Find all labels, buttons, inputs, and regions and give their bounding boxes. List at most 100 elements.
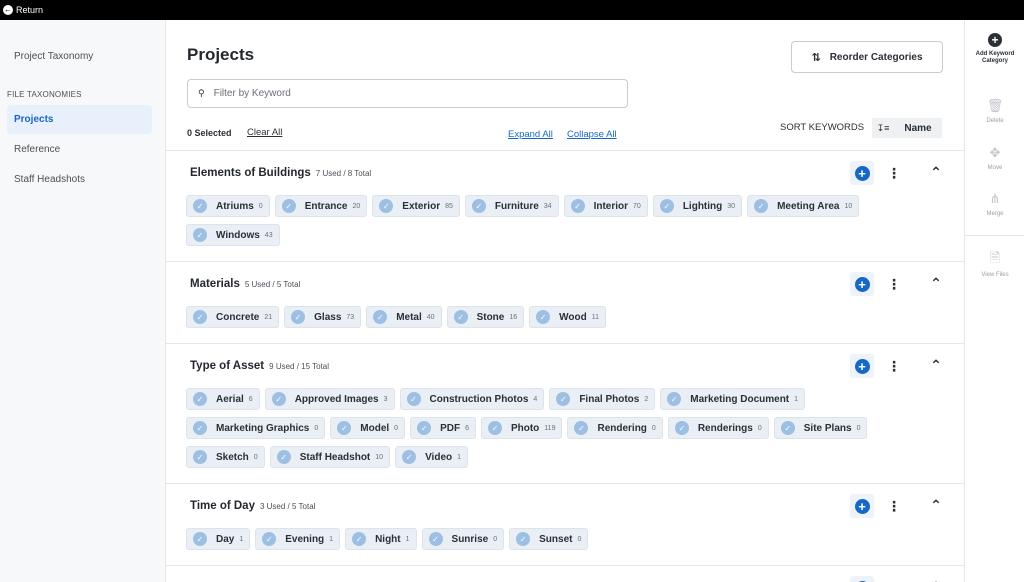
keyword-chip[interactable]: ✓ Staff Headshot 10 — [269, 446, 391, 468]
delete-button[interactable]: 🗑 Delete — [965, 98, 1024, 125]
sort-direction-button[interactable]: ↧≡ — [872, 118, 894, 138]
check-circle-icon[interactable]: ✓ — [780, 421, 795, 435]
check-circle-icon[interactable]: ✓ — [406, 392, 421, 406]
keyword-chip[interactable]: ✓ Stone 16 — [446, 306, 525, 328]
check-circle-icon[interactable]: ✓ — [667, 392, 682, 406]
merge-button[interactable]: ⋔ Merge — [965, 191, 1024, 218]
check-circle-icon[interactable]: ✓ — [193, 310, 207, 324]
add-keyword-button[interactable]: + — [850, 161, 874, 185]
collapse-all-link[interactable]: Collapse All — [567, 129, 617, 140]
expand-all-link[interactable]: Expand All — [508, 129, 553, 140]
sidebar-item-projects[interactable]: Projects — [7, 105, 152, 134]
chevron-up-icon[interactable]: ⌃ — [929, 578, 943, 582]
add-keyword-button[interactable]: + — [850, 576, 874, 582]
keyword-chip[interactable]: ✓ Sunrise 0 — [421, 528, 505, 550]
clear-all-link[interactable]: Clear All — [247, 127, 282, 138]
add-keyword-category-button[interactable]: + Add Keyword Category — [965, 33, 1024, 65]
check-circle-icon[interactable]: ✓ — [193, 392, 207, 406]
add-keyword-button[interactable]: + — [850, 354, 874, 378]
keyword-chip[interactable]: ✓ Renderings 0 — [667, 417, 769, 439]
check-circle-icon[interactable]: ✓ — [262, 532, 277, 546]
check-circle-icon[interactable]: ✓ — [281, 199, 296, 213]
check-circle-icon[interactable]: ✓ — [453, 310, 468, 324]
check-circle-icon[interactable]: ✓ — [379, 199, 394, 213]
add-keyword-button[interactable]: + — [850, 494, 874, 518]
check-circle-icon[interactable]: ✓ — [193, 199, 207, 213]
keyword-chip[interactable]: ✓ Atriums 0 — [186, 195, 270, 217]
chevron-up-icon[interactable]: ⌃ — [929, 274, 943, 292]
keyword-chip[interactable]: ✓ Furniture 34 — [464, 195, 559, 217]
check-circle-icon[interactable]: ✓ — [193, 532, 207, 546]
keyword-chip[interactable]: ✓ Video 1 — [395, 446, 469, 468]
keyword-list: ✓ Atriums 0 ✓ Entrance 20 ✓ Exterior 85 ✓ Furnitur… — [166, 195, 964, 261]
check-circle-icon[interactable]: ✓ — [487, 421, 502, 435]
check-circle-icon[interactable]: ✓ — [271, 392, 286, 406]
check-circle-icon[interactable]: ✓ — [516, 532, 531, 546]
keyword-chip[interactable]: ✓ Final Photos 2 — [549, 388, 656, 410]
check-circle-icon[interactable]: ✓ — [337, 421, 352, 435]
check-circle-icon[interactable]: ✓ — [291, 310, 306, 324]
keyword-chip[interactable]: ✓ PDF 6 — [410, 417, 476, 439]
check-circle-icon[interactable]: ✓ — [674, 421, 689, 435]
keyword-label: Furniture — [494, 200, 539, 212]
keyword-chip[interactable]: ✓ Exterior 85 — [372, 195, 460, 217]
chevron-up-icon[interactable]: ⌃ — [929, 356, 943, 374]
check-circle-icon[interactable]: ✓ — [574, 421, 589, 435]
kebab-menu-icon[interactable]: ⋮ — [887, 275, 901, 293]
check-circle-icon[interactable]: ✓ — [193, 228, 207, 242]
keyword-chip[interactable]: ✓ Entrance 20 — [274, 195, 368, 217]
check-circle-icon[interactable]: ✓ — [417, 421, 432, 435]
keyword-count: 16 — [509, 313, 518, 321]
move-button[interactable]: ✥ Move — [965, 145, 1024, 172]
keyword-chip[interactable]: ✓ Model 0 — [330, 417, 406, 439]
keyword-chip[interactable]: ✓ Interior 70 — [563, 195, 648, 217]
keyword-chip[interactable]: ✓ Evening 1 — [255, 528, 341, 550]
keyword-chip[interactable]: ✓ Approved Images 3 — [264, 388, 395, 410]
check-circle-icon[interactable]: ✓ — [754, 199, 769, 213]
keyword-chip[interactable]: ✓ Concrete 21 — [186, 306, 280, 328]
keyword-chip[interactable]: ✓ Day 1 — [186, 528, 251, 550]
sidebar-title[interactable]: Project Taxonomy — [14, 51, 93, 62]
keyword-chip[interactable]: ✓ Sunset 0 — [509, 528, 589, 550]
sidebar-item-reference[interactable]: Reference — [7, 135, 152, 164]
kebab-menu-icon[interactable]: ⋮ — [887, 164, 901, 182]
kebab-menu-icon[interactable]: ⋮ — [887, 497, 901, 515]
keyword-chip[interactable]: ✓ Site Plans 0 — [773, 417, 868, 439]
keyword-chip[interactable]: ✓ Construction Photos 4 — [399, 388, 545, 410]
check-circle-icon[interactable]: ✓ — [193, 450, 207, 464]
check-circle-icon[interactable]: ✓ — [276, 450, 291, 464]
check-circle-icon[interactable]: ✓ — [428, 532, 443, 546]
chevron-up-icon[interactable]: ⌃ — [929, 496, 943, 514]
keyword-chip[interactable]: ✓ Meeting Area 10 — [747, 195, 860, 217]
check-circle-icon[interactable]: ✓ — [193, 421, 207, 435]
add-keyword-button[interactable]: + — [850, 272, 874, 296]
sidebar-item-staff-headshots[interactable]: Staff Headshots — [7, 165, 152, 194]
keyword-chip[interactable]: ✓ Wood 11 — [529, 306, 607, 328]
keyword-chip[interactable]: ✓ Windows 43 — [186, 224, 280, 246]
check-circle-icon[interactable]: ✓ — [352, 532, 367, 546]
keyword-chip[interactable]: ✓ Marketing Document 1 — [660, 388, 806, 410]
check-circle-icon[interactable]: ✓ — [536, 310, 551, 324]
keyword-chip[interactable]: ✓ Night 1 — [345, 528, 417, 550]
keyword-chip[interactable]: ✓ Aerial 6 — [186, 388, 260, 410]
keyword-chip[interactable]: ✓ Glass 73 — [284, 306, 362, 328]
sort-by-name-button[interactable]: Name — [894, 118, 942, 138]
return-link[interactable]: ← Return — [3, 5, 43, 15]
keyword-chip[interactable]: ✓ Metal 40 — [366, 306, 442, 328]
view-files-button[interactable]: 🗎 View Files — [965, 250, 1024, 279]
chevron-up-icon[interactable]: ⌃ — [929, 163, 943, 181]
check-circle-icon[interactable]: ✓ — [556, 392, 571, 406]
check-circle-icon[interactable]: ✓ — [570, 199, 585, 213]
kebab-menu-icon[interactable]: ⋮ — [887, 357, 901, 375]
reorder-categories-button[interactable]: ⇅ Reorder Categories — [791, 41, 943, 73]
check-circle-icon[interactable]: ✓ — [373, 310, 388, 324]
check-circle-icon[interactable]: ✓ — [402, 450, 417, 464]
search-input[interactable] — [213, 88, 614, 99]
keyword-chip[interactable]: ✓ Rendering 0 — [567, 417, 663, 439]
check-circle-icon[interactable]: ✓ — [659, 199, 674, 213]
keyword-chip[interactable]: ✓ Sketch 0 — [186, 446, 265, 468]
keyword-chip[interactable]: ✓ Marketing Graphics 0 — [186, 417, 326, 439]
check-circle-icon[interactable]: ✓ — [471, 199, 486, 213]
keyword-chip[interactable]: ✓ Photo 119 — [480, 417, 563, 439]
keyword-chip[interactable]: ✓ Lighting 30 — [652, 195, 743, 217]
